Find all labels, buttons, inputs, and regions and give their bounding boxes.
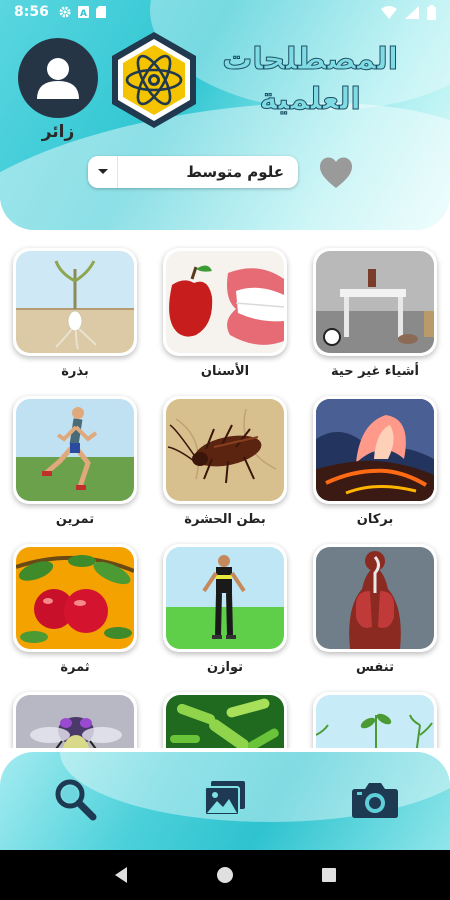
user-label: زائر — [41, 122, 75, 142]
a-icon: A — [77, 6, 89, 18]
camera-icon — [352, 783, 398, 818]
app-title-line1: المصطلحات — [222, 42, 398, 78]
term-card[interactable]: تنفس — [313, 544, 437, 675]
term-card[interactable]: تمرين — [13, 396, 137, 527]
bottom-nav — [0, 752, 450, 850]
camera-button[interactable] — [350, 774, 400, 824]
term-card[interactable]: أشياء غير حية — [313, 248, 437, 379]
category-select[interactable]: علوم متوسط — [88, 156, 298, 188]
bacteria-icon — [166, 695, 284, 748]
term-card[interactable]: بذرة — [13, 248, 137, 379]
recents-icon[interactable] — [321, 867, 337, 883]
settings-icon — [59, 6, 71, 18]
balance-man-icon — [166, 547, 284, 649]
status-notification-icons: A — [59, 6, 106, 18]
insect-icon — [16, 695, 134, 748]
svg-text:A: A — [80, 9, 87, 18]
term-label: الأسنان — [200, 364, 250, 379]
term-card[interactable]: توازن — [163, 544, 287, 675]
term-card[interactable] — [313, 692, 437, 748]
term-card[interactable]: بركان — [313, 396, 437, 527]
apples-fruit-icon — [16, 547, 134, 649]
person-icon — [37, 58, 79, 99]
app-title-line2: العلمية — [259, 82, 361, 118]
term-card[interactable]: الأسنان — [163, 248, 287, 379]
search-button[interactable] — [50, 774, 100, 824]
battery-icon — [427, 4, 436, 20]
gallery-icon — [204, 781, 245, 816]
app-title: المصطلحات العلمية — [222, 40, 398, 120]
runner-icon — [16, 399, 134, 501]
term-card[interactable] — [13, 692, 137, 748]
search-icon — [55, 779, 97, 821]
wifi-icon — [381, 5, 397, 19]
home-icon[interactable] — [216, 866, 234, 884]
term-card[interactable]: بطن الحشرة — [163, 396, 287, 527]
term-label: تمرين — [55, 512, 95, 527]
status-bar: 8:56 A — [0, 0, 450, 24]
volcano-icon — [316, 399, 434, 501]
term-label: بذرة — [61, 364, 89, 379]
term-card[interactable]: ثمرة — [13, 544, 137, 675]
term-card[interactable] — [163, 692, 287, 748]
terms-grid: أشياء غير حية الأسنان بذرة بركان بطن الح… — [0, 238, 450, 748]
back-icon[interactable] — [113, 866, 129, 884]
term-label: ثمرة — [60, 660, 90, 675]
gallery-button[interactable] — [200, 774, 250, 824]
app-screen: 8:56 A زائر المصطلحات العلمية علوم متوسط… — [0, 0, 450, 900]
caret-down-icon[interactable] — [88, 156, 118, 188]
category-select-value: علوم متوسط — [186, 163, 284, 181]
system-nav-bar — [0, 850, 450, 900]
signal-icon — [405, 5, 419, 19]
term-label: توازن — [206, 660, 244, 675]
sd-card-icon — [95, 6, 106, 18]
cockroach-icon — [166, 399, 284, 501]
table-objects-icon — [316, 251, 434, 353]
lungs-icon — [316, 547, 434, 649]
term-label: أشياء غير حية — [331, 364, 419, 379]
seed-icon — [16, 251, 134, 353]
heart-icon[interactable] — [318, 156, 354, 190]
status-time: 8:56 — [14, 4, 49, 20]
user-avatar[interactable] — [18, 38, 98, 118]
term-label: بطن الحشرة — [184, 512, 266, 527]
atom-hexagon-logo — [112, 32, 196, 128]
term-label: بركان — [356, 512, 394, 527]
term-label: تنفس — [356, 660, 394, 675]
teeth-apple-icon — [166, 251, 284, 353]
plant-sprout-icon — [316, 695, 434, 748]
